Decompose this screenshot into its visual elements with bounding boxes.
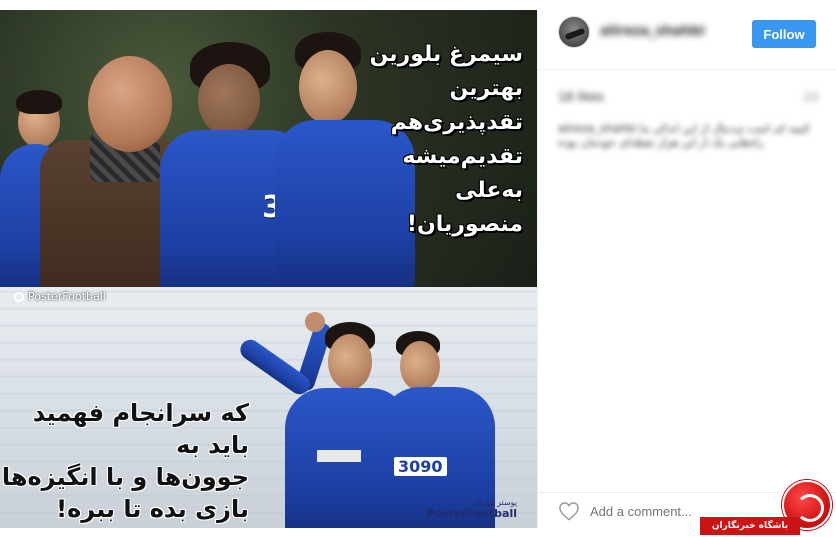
likes-count[interactable]: 18 likes xyxy=(558,90,604,104)
caption-bottom-line-2: باید به xyxy=(176,431,249,459)
post-image-bottom-panel: 3090 که سرانجام فهمید باید به جوون‌ها و … xyxy=(0,287,537,528)
avatar[interactable] xyxy=(558,16,590,48)
logo-banner: باشگاه خبرنگاران xyxy=(700,517,800,535)
follow-button[interactable]: Follow xyxy=(752,20,816,48)
caption-top-line-5: به‌علی xyxy=(455,178,523,203)
caption-top-line-6: منصوریان! xyxy=(406,212,523,237)
watermark-bottom-text: PosterFootball xyxy=(426,507,517,520)
caption-bottom-line-4: بازی بده‌ تا ببره! xyxy=(56,495,249,523)
instagram-post-page: 3 سیمرغ بلورین بهترین تقدپذیری‌هم تقدیم‌… xyxy=(0,0,836,537)
post-age: 2d xyxy=(802,90,818,104)
likes-row: 18 likes 2d xyxy=(558,88,818,108)
post-sidebar: alireza_shahbi Follow 18 likes 2d alirez… xyxy=(537,10,836,528)
caption-bottom-line-3: جوون‌ها و با انگیزه‌ها xyxy=(1,463,249,491)
post-caption: alireza_shahbi کتیبه ای است ی‌دنبال از ا… xyxy=(558,122,810,149)
sponsor-patch xyxy=(317,450,361,462)
watermark-top-text: PosterFootball xyxy=(28,290,106,303)
caption-top-line-3: تقدپذیری‌هم xyxy=(390,110,523,135)
caption-bottom-line-1: که سرانجام فهمید xyxy=(32,399,249,427)
post-header: alireza_shahbi Follow xyxy=(538,10,836,70)
watermark-bottom-small: پوستر فوتبال xyxy=(473,498,517,507)
heart-icon[interactable] xyxy=(558,501,580,521)
caption-top-line-4: تقدیم‌میشه xyxy=(402,144,523,169)
post-image-top-panel: 3 سیمرغ بلورین بهترین تقدپذیری‌هم تقدیم‌… xyxy=(0,10,537,287)
watermark-bottom: پوستر فوتبال PosterFootball xyxy=(426,498,517,520)
caption-overlay-bottom: که سرانجام فهمید باید به جوون‌ها و با ان… xyxy=(1,397,249,525)
caption-overlay-top: سیمرغ بلورین بهترین تقدپذیری‌هم تقدیم‌می… xyxy=(369,38,524,242)
corner-logo: باشگاه خبرنگاران xyxy=(700,480,836,537)
watermark-top: PosterFootball xyxy=(14,290,106,303)
username[interactable]: alireza_shahbi xyxy=(600,24,706,39)
caption-top-line-2: بهترین xyxy=(449,76,523,101)
post-image[interactable]: 3 سیمرغ بلورین بهترین تقدپذیری‌هم تقدیم‌… xyxy=(0,10,537,528)
posterfootball-logo-icon xyxy=(14,291,24,302)
caption-top-line-1: سیمرغ بلورین xyxy=(369,42,524,67)
jersey-number-bottom: 3090 xyxy=(394,457,447,476)
